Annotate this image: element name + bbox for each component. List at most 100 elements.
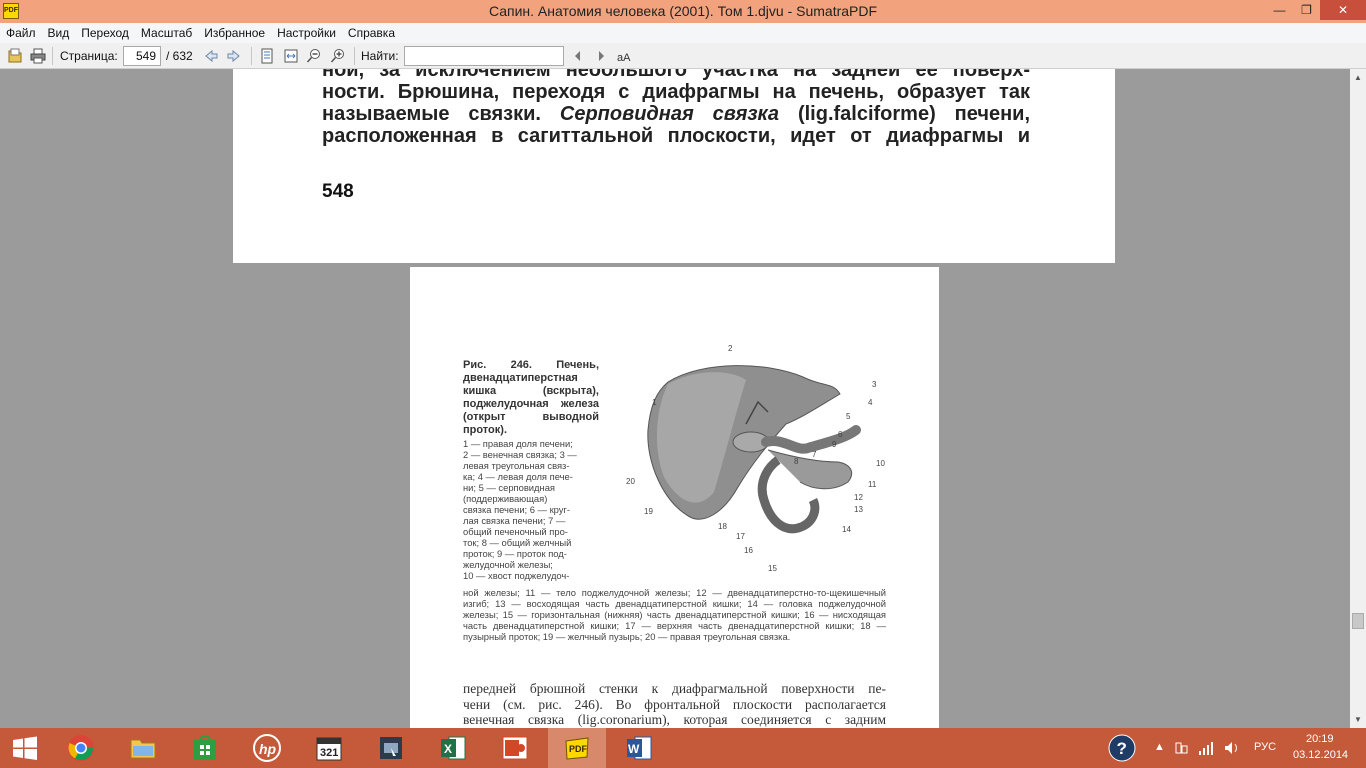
excel-icon: X [441, 736, 466, 760]
taskbar-sumatrapdf[interactable]: PDF [548, 728, 606, 768]
windows-start-icon[interactable] [0, 728, 50, 768]
liver-pancreas-illustration: 2 1 3 4 5 6 7 8 9 10 11 12 13 14 15 16 1… [626, 344, 885, 573]
figure-label: 5 [846, 412, 851, 421]
svg-text:321: 321 [320, 747, 338, 759]
menu-file[interactable]: Файл [0, 23, 42, 43]
volume-icon[interactable] [1224, 740, 1240, 756]
calendar-321-icon: 321 [316, 737, 342, 761]
word-icon: W [627, 736, 652, 760]
fit-page-icon[interactable] [259, 48, 275, 64]
powerpoint-icon [502, 736, 528, 760]
figure-label: 10 [876, 459, 885, 468]
text-line: передней брюшной стенки к диафрагмальной… [463, 681, 886, 696]
menu-view[interactable]: Вид [42, 23, 76, 43]
camera-icon [380, 737, 402, 759]
chrome-icon [68, 735, 94, 761]
page-number-input[interactable]: 549 [123, 46, 161, 66]
figure-label: 11 [868, 480, 877, 489]
open-file-icon[interactable] [7, 48, 23, 64]
hp-icon: hp [253, 734, 281, 762]
taskbar-hp[interactable]: hp [238, 728, 296, 768]
text-line: ности. Брюшина, переходя с диафрагмы на … [322, 81, 1030, 103]
figure-label: 19 [644, 507, 653, 516]
taskbar-word[interactable]: W [610, 728, 668, 768]
taskbar-store[interactable] [176, 728, 234, 768]
figure-label: 12 [854, 493, 863, 502]
figure-caption-title: Рис. 246. Печень, двенадцатиперстная киш… [463, 359, 599, 436]
previous-page-icon[interactable] [203, 48, 219, 64]
figure-label: 9 [832, 440, 837, 449]
text-line: венечная связка (lig.coronarium), котора… [463, 712, 886, 727]
menu-zoom[interactable]: Масштаб [135, 23, 198, 43]
taskbar-calendar[interactable]: 321 [300, 728, 358, 768]
figure-label: 6 [838, 430, 843, 439]
menu-go[interactable]: Переход [75, 23, 135, 43]
figure-label: 8 [794, 457, 799, 466]
figure-label: 2 [728, 344, 733, 353]
signal-icon[interactable] [1198, 740, 1214, 756]
restore-button[interactable]: ❐ [1293, 0, 1320, 20]
zoom-out-icon[interactable] [306, 48, 322, 64]
network-icon[interactable] [1175, 741, 1189, 755]
taskbar-file-explorer[interactable] [114, 728, 172, 768]
scrollbar-thumb[interactable] [1352, 613, 1364, 629]
text-line: ной, за исключением небольшого участка н… [322, 69, 1030, 81]
text-fragment: (lig.falciforme) печени, [797, 103, 1030, 125]
figure-label: 15 [768, 564, 777, 573]
svg-text:PDF: PDF [569, 744, 588, 754]
toolbar: Страница: 549 / 632 Найти: aA [0, 43, 1366, 69]
taskbar-camera-app[interactable] [362, 728, 420, 768]
figure-caption-legend-start: 1 — правая доля печени; 2 — венечная свя… [463, 438, 577, 581]
taskbar: hp 321 X PDF W ? ▲ РУС 20:19 03.12.2014 [0, 728, 1366, 768]
fit-width-icon[interactable] [283, 48, 299, 64]
svg-text:X: X [444, 742, 452, 756]
figure-label: 4 [868, 398, 873, 407]
title-bar: PDF Сапин. Анатомия человека (2001). Том… [0, 0, 1366, 23]
menu-bar: Файл Вид Переход Масштаб Избранное Настр… [0, 23, 1366, 43]
taskbar-excel[interactable]: X [424, 728, 482, 768]
figure-label: 14 [842, 525, 851, 534]
find-previous-icon[interactable] [570, 48, 586, 64]
vertical-scrollbar[interactable]: ▲ ▼ [1350, 69, 1366, 728]
svg-text:hp: hp [259, 741, 277, 757]
page-total: / 632 [166, 49, 193, 63]
taskbar-powerpoint[interactable] [486, 728, 544, 768]
show-hidden-icons[interactable]: ▲ [1154, 741, 1165, 753]
figure-label: 3 [872, 380, 877, 389]
match-case-icon[interactable]: aA [616, 48, 632, 64]
taskbar-chrome[interactable] [52, 728, 110, 768]
page-548: ной, за исключением небольшого участка н… [233, 69, 1115, 263]
document-view[interactable]: ной, за исключением небольшого участка н… [0, 69, 1350, 728]
find-next-icon[interactable] [593, 48, 609, 64]
figure-label: 16 [744, 546, 753, 555]
page-body-text: передней брюшной стенки к диафрагмальной… [463, 681, 886, 728]
find-input[interactable] [404, 46, 564, 66]
figure-label: 13 [854, 505, 863, 514]
clock-time[interactable]: 20:19 [1306, 733, 1334, 745]
scroll-up-arrow[interactable]: ▲ [1350, 69, 1366, 86]
find-label: Найти: [361, 49, 399, 63]
svg-text:?: ? [1117, 739, 1127, 758]
window-title: Сапин. Анатомия человека (2001). Том 1.d… [488, 3, 878, 19]
page-text: ной, за исключением небольшого участка н… [322, 69, 1030, 147]
folder-icon [130, 739, 156, 759]
zoom-in-icon[interactable] [330, 48, 346, 64]
scroll-down-arrow[interactable]: ▼ [1350, 711, 1366, 728]
figure-label: 7 [812, 450, 817, 459]
close-button[interactable]: ✕ [1320, 0, 1366, 20]
menu-help[interactable]: Справка [342, 23, 401, 43]
minimize-button[interactable]: — [1266, 0, 1293, 20]
page-549: Рис. 246. Печень, двенадцатиперстная киш… [410, 267, 939, 728]
term-falciform-ligament: Серповидная связка [559, 103, 780, 125]
toolbar-separator [354, 47, 355, 65]
menu-favorites[interactable]: Избранное [198, 23, 271, 43]
figure-label: 17 [736, 532, 745, 541]
figure-label: 1 [652, 398, 657, 407]
page-label: Страница: [60, 49, 118, 63]
menu-settings[interactable]: Настройки [271, 23, 342, 43]
print-icon[interactable] [30, 48, 46, 64]
help-icon[interactable]: ? [1108, 734, 1136, 762]
clock-date[interactable]: 03.12.2014 [1293, 749, 1348, 761]
next-page-icon[interactable] [226, 48, 242, 64]
language-indicator[interactable]: РУС [1254, 741, 1276, 753]
